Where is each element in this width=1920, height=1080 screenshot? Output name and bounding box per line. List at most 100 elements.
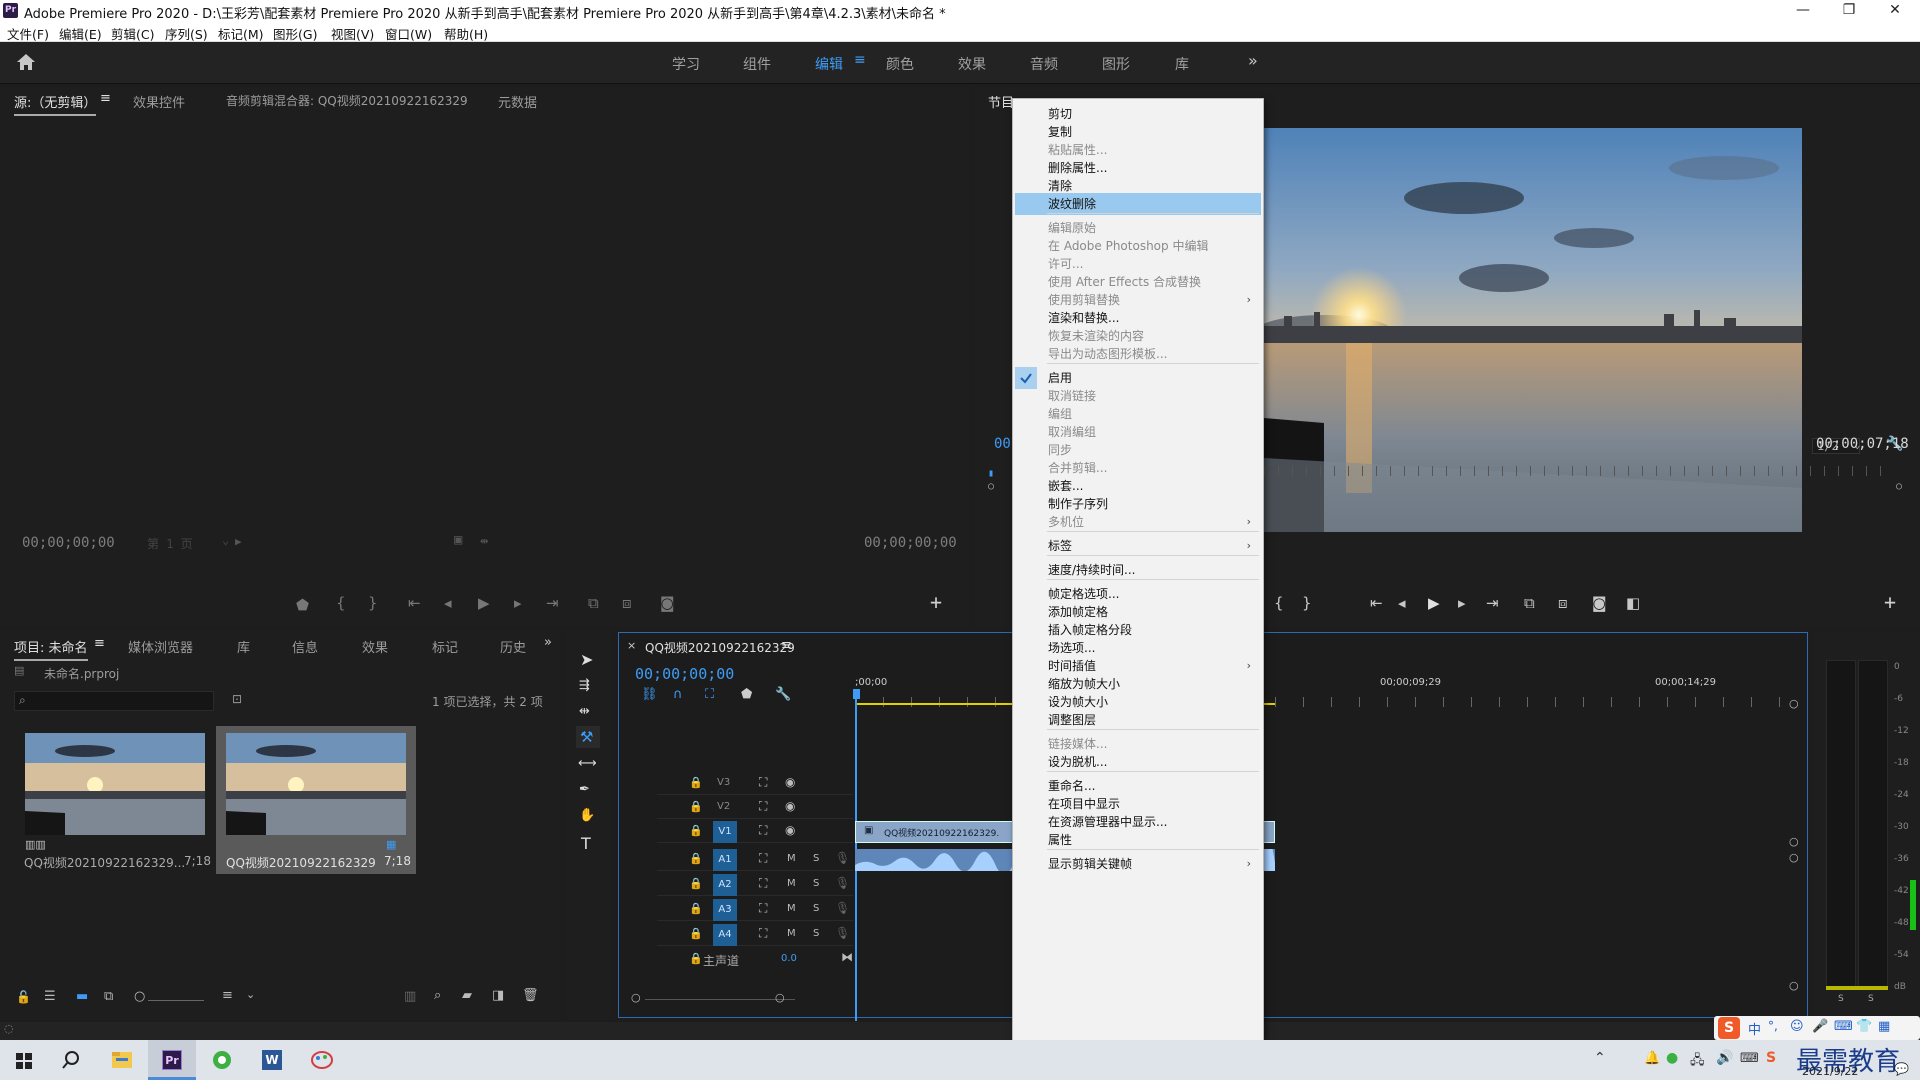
workspace-graphics[interactable]: 图形 [1102,54,1130,74]
meter-solo-left[interactable]: S [1838,994,1844,1004]
sync-lock-icon[interactable]: ⛶ [759,876,767,891]
source-next-icon[interactable]: ▶ [235,535,242,548]
list-view-icon[interactable]: ☰ [44,989,56,1004]
track-label[interactable]: A1 [713,849,737,871]
ime-voice-icon[interactable]: 🎤 [1812,1019,1828,1034]
word-taskbar-button[interactable]: W [248,1040,296,1080]
tab-audio-clip-mixer[interactable]: 音频剪辑混合器: QQ视频20210922162329 [226,92,468,109]
trash-icon[interactable]: 🗑 [522,988,539,1003]
eye-icon[interactable]: ◉ [785,823,795,837]
source-page-dropdown-icon[interactable]: ⌄ [222,533,229,547]
timeline-zoom-left[interactable]: ○ [631,991,641,1004]
tray-notification-icon[interactable]: 🔔 [1644,1051,1660,1066]
source-overwrite-icon[interactable]: ⧈ [622,594,632,612]
tray-ime-icon[interactable]: ⌨ [1740,1051,1759,1066]
action-center-icon[interactable]: 💬 [1894,1062,1909,1076]
workspace-libraries[interactable]: 库 [1175,54,1189,74]
tray-app-icon[interactable]: ● [1666,1050,1678,1066]
track-v1[interactable]: 🔒 V1 ⛶ ◉ [657,821,853,843]
start-button[interactable] [0,1040,48,1080]
program-step-back-icon[interactable]: ◂ [1398,594,1406,612]
workspace-assembly[interactable]: 组件 [743,54,771,74]
mute-button[interactable]: M [787,928,796,939]
tray-overflow-icon[interactable]: ⌃ [1594,1050,1606,1066]
solo-button[interactable]: S [813,928,819,939]
automate-icon[interactable]: ▥ [404,989,416,1004]
source-step-forward-icon[interactable]: ▸ [514,594,522,612]
workspace-color[interactable]: 颜色 [886,54,914,74]
track-label[interactable]: V3 [717,777,730,788]
add-marker-icon[interactable]: ⬟ [741,687,752,702]
menu-sequence[interactable]: 序列(S) [165,24,208,43]
menu-edit[interactable]: 编辑(E) [59,24,102,43]
program-timecode-left[interactable]: 00 [994,436,1011,452]
solo-button[interactable]: S [813,853,819,864]
menu-view[interactable]: 视图(V) [331,24,374,43]
microphone-icon[interactable]: 🎙 [835,901,850,915]
workspace-menu-icon[interactable]: ≡ [854,52,866,68]
browser-taskbar-icon[interactable] [198,1040,246,1080]
mute-button[interactable]: M [787,853,796,864]
find-icon[interactable]: ⌕ [434,988,441,1003]
source-mark-out-icon[interactable]: } [368,594,378,612]
solo-button[interactable]: S [813,903,819,914]
sogou-ime-icon[interactable]: S [1718,1017,1740,1039]
new-bin-icon[interactable]: ▰ [462,988,472,1003]
zoom-slider-handle[interactable]: ○ [134,989,145,1004]
context-menu-item[interactable]: 速度/持续时间... [1015,559,1261,581]
workspace-audio[interactable]: 音频 [1030,54,1058,74]
mute-button[interactable]: M [787,903,796,914]
home-icon[interactable] [16,53,36,71]
nest-toggle-icon[interactable]: ⛓ [641,687,658,702]
close-button[interactable]: ✕ [1872,0,1918,22]
timeline-a-scroll-bottom[interactable]: ○ [1789,979,1799,992]
ime-toolbox-icon[interactable]: ▦ [1878,1019,1890,1034]
program-extract-icon[interactable]: ⧈ [1558,594,1568,612]
sync-lock-icon[interactable]: ⛶ [759,799,767,814]
lock-icon[interactable]: 🔓 [16,990,31,1004]
source-page-select[interactable]: 第 1 页 [147,535,193,552]
microphone-icon[interactable]: 🎙 [835,851,850,865]
source-export-frame-icon[interactable]: ◙ [660,594,675,612]
master-volume-value[interactable]: 0.0 [781,953,797,964]
source-go-out-icon[interactable]: ⇥ [546,594,559,612]
solo-button[interactable]: S [813,878,819,889]
lock-track-icon[interactable]: 🔒 [689,852,703,865]
context-menu-item[interactable]: 显示剪辑关键帧 › [1015,853,1261,875]
program-ruler[interactable] [1264,466,1894,476]
timeline-ruler[interactable] [855,697,1795,707]
track-label[interactable]: V1 [713,821,737,843]
tray-sogou-icon[interactable]: S [1766,1050,1776,1066]
sequence-tab[interactable]: QQ视频20210922162329 [645,639,795,656]
timeline-v-scroll-top[interactable]: ○ [1789,697,1799,710]
tab-effect-controls[interactable]: 效果控件 [133,92,185,111]
ime-emoji-icon[interactable]: ☺ [1790,1019,1804,1034]
sort-icon[interactable]: ≡ [222,988,233,1003]
hand-tool-icon[interactable]: ✋ [579,808,595,823]
workspace-overflow-icon[interactable]: » [1248,51,1258,70]
context-menu-item[interactable]: 调整图层 [1015,709,1261,731]
lock-track-icon[interactable]: 🔒 [689,800,703,813]
playhead-handle[interactable] [853,689,860,699]
new-search-bin-icon[interactable]: ⊡ [232,692,242,706]
timeline-settings-icon[interactable]: 🔧 [775,687,791,702]
sync-lock-icon[interactable]: ⛶ [759,823,767,838]
program-play-icon[interactable]: ▶ [1428,594,1440,612]
track-label[interactable]: A4 [713,924,737,946]
sort-dropdown-icon[interactable]: ⌄ [246,988,255,1001]
razor-tool-button[interactable]: ⚒ [576,726,600,748]
source-insert-icon[interactable]: ⧉ [588,594,599,612]
program-step-forward-icon[interactable]: ▸ [1458,594,1466,612]
context-menu-item[interactable]: 属性 [1015,829,1261,851]
timeline-timecode[interactable]: 00;00;00;00 [635,665,734,683]
ime-keyboard-icon[interactable]: ⌨ [1834,1019,1853,1034]
tab-libraries[interactable]: 库 [237,637,250,656]
menu-help[interactable]: 帮助(H) [444,24,488,43]
timeline-zoom-right[interactable]: ○ [775,991,785,1004]
context-menu-item[interactable]: 设为脱机... [1015,751,1261,773]
ripple-edit-tool-icon[interactable]: ⇹ [579,704,590,719]
go-to-end-icon[interactable]: ⧓ [841,950,853,964]
workspace-effects[interactable]: 效果 [958,54,986,74]
track-a1[interactable]: 🔒 A1 ⛶ M S 🎙 [657,849,853,871]
source-resize-icon[interactable]: ⇹ [480,533,488,549]
